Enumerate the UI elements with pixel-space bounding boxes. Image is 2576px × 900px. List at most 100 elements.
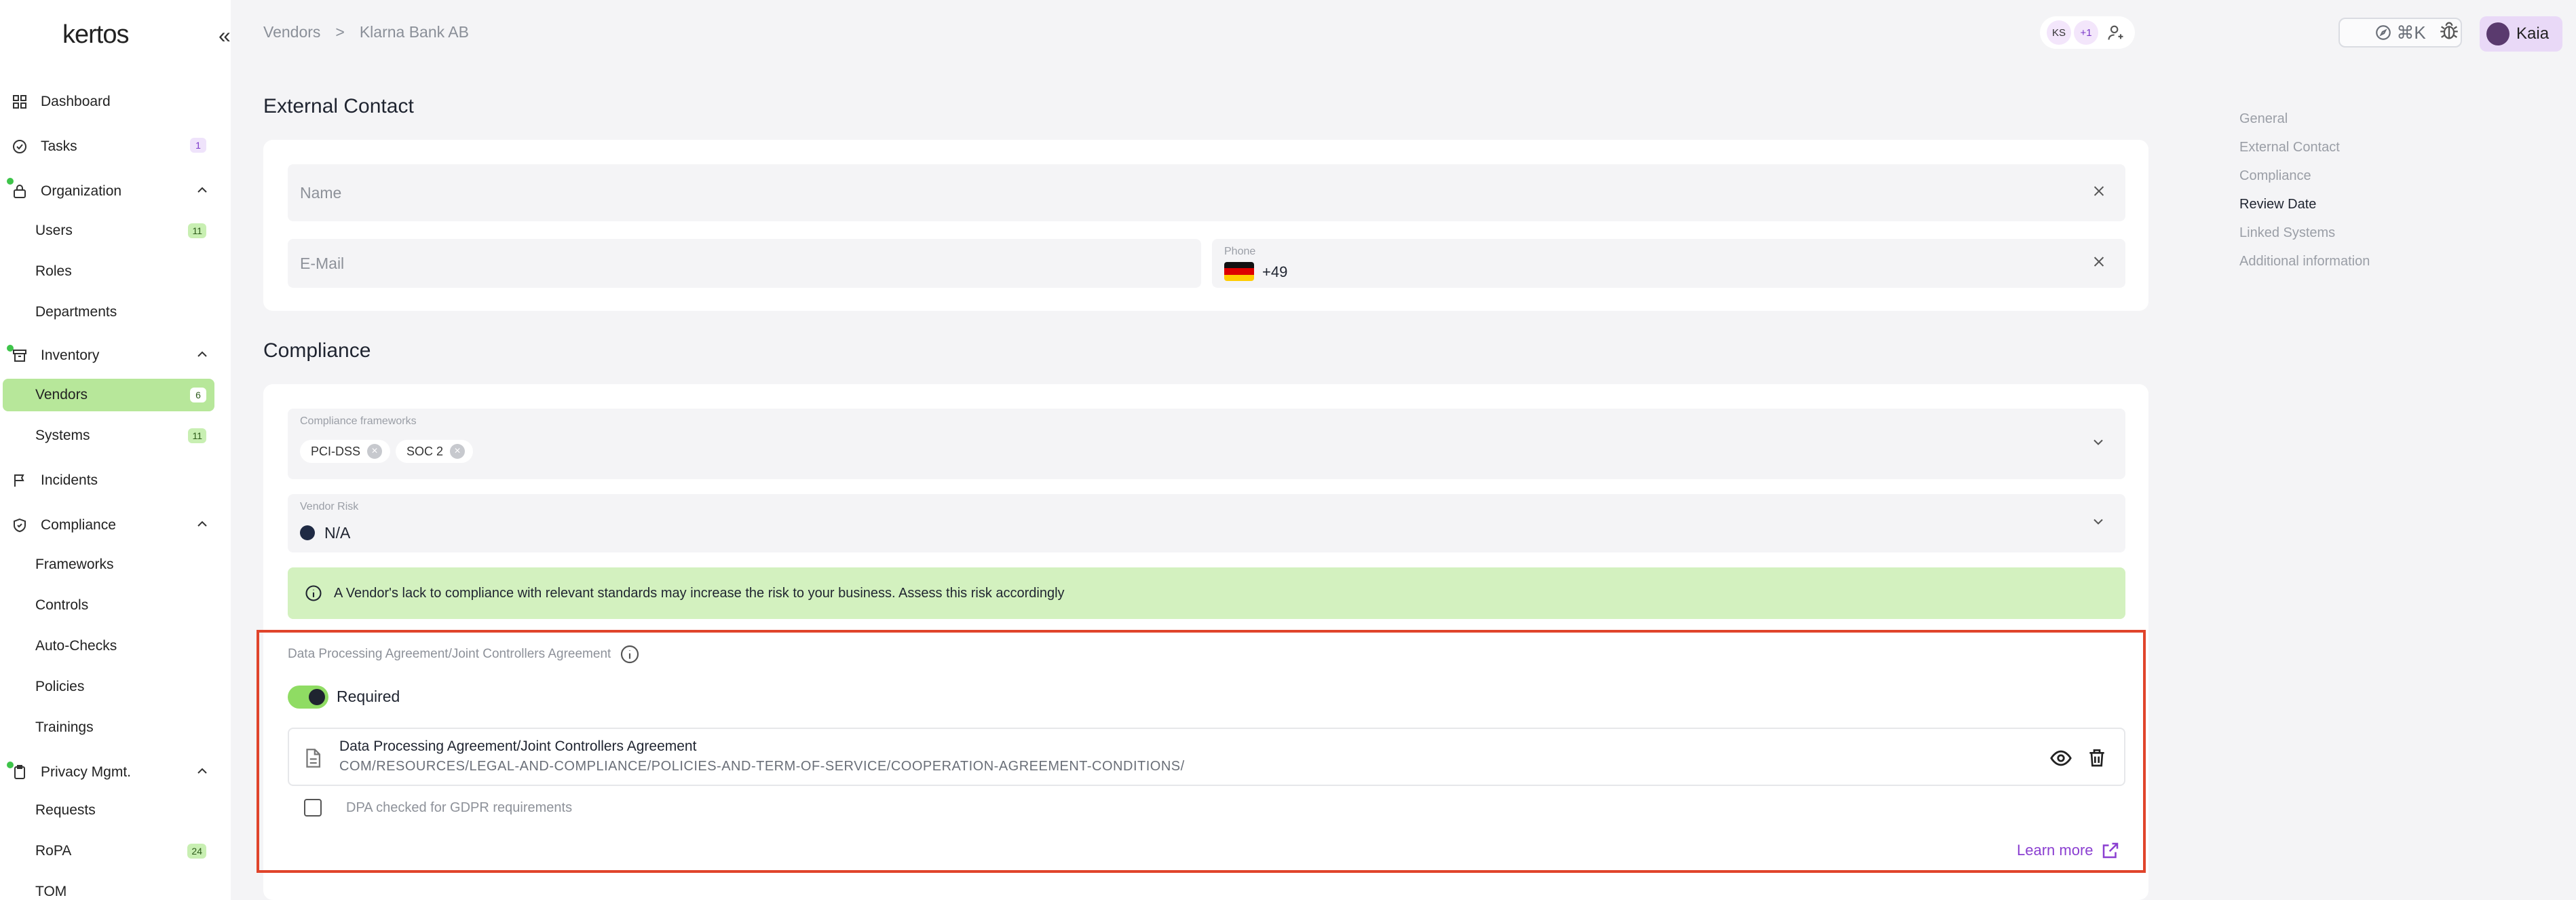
nav-organization[interactable]: Organization bbox=[10, 174, 214, 209]
nav-dashboard[interactable]: Dashboard bbox=[10, 84, 214, 119]
ropa-count-badge: 24 bbox=[187, 844, 206, 859]
document-icon bbox=[301, 747, 324, 770]
archive-icon bbox=[10, 345, 30, 366]
remove-chip-icon[interactable]: × bbox=[450, 444, 466, 459]
chevron-up-icon[interactable] bbox=[194, 763, 210, 783]
clipboard-icon bbox=[10, 762, 30, 783]
sidebar-item-label: RoPA bbox=[35, 843, 72, 859]
sidebar-item-label: Users bbox=[35, 223, 73, 238]
trash-icon[interactable] bbox=[2086, 747, 2108, 768]
breadcrumb: Vendors > Klarna Bank AB bbox=[263, 23, 469, 41]
eye-icon[interactable] bbox=[2049, 747, 2072, 770]
framework-chip: PCI-DSS × bbox=[300, 440, 391, 463]
framework-chip: SOC 2 × bbox=[396, 440, 474, 463]
sidebar: kertos « Dashboard Tasks 1 Organization … bbox=[0, 0, 231, 900]
learn-more-link[interactable]: Learn more bbox=[2017, 840, 2121, 861]
nav-compliance[interactable]: Compliance bbox=[10, 508, 214, 543]
sidebar-item-tom[interactable]: TOM bbox=[3, 876, 214, 900]
nav-incidents[interactable]: Incidents bbox=[10, 463, 214, 498]
name-placeholder: Name bbox=[300, 184, 342, 202]
avatar: KS bbox=[2047, 20, 2071, 45]
nav-organization-label: Organization bbox=[41, 183, 122, 199]
sidebar-item-departments[interactable]: Departments bbox=[3, 296, 214, 329]
remove-chip-icon[interactable]: × bbox=[367, 444, 383, 459]
sidebar-item-controls[interactable]: Controls bbox=[3, 589, 214, 622]
collaborators[interactable]: KS +1 bbox=[2040, 16, 2135, 49]
breadcrumb-separator: > bbox=[335, 23, 345, 41]
user-menu[interactable]: Kaia bbox=[2480, 16, 2562, 52]
nav-inventory[interactable]: Inventory bbox=[10, 338, 214, 373]
vendor-risk-select[interactable]: Vendor Risk N/A bbox=[288, 494, 2125, 552]
required-toggle[interactable] bbox=[288, 686, 328, 709]
compliance-title: Compliance bbox=[263, 339, 371, 362]
nav-privacy[interactable]: Privacy Mgmt. bbox=[10, 755, 214, 790]
more-avatars-badge: +1 bbox=[2074, 20, 2098, 45]
toc-item-compliance[interactable]: Compliance bbox=[2239, 168, 2370, 197]
file-title: Data Processing Agreement/Joint Controll… bbox=[339, 738, 697, 754]
frameworks-label: Compliance frameworks bbox=[300, 415, 417, 427]
required-label: Required bbox=[337, 688, 400, 705]
sidebar-item-label: Auto-Checks bbox=[35, 638, 117, 654]
sidebar-item-label: Requests bbox=[35, 802, 96, 818]
sidebar-item-users[interactable]: Users 11 bbox=[3, 214, 214, 247]
nav-incidents-label: Incidents bbox=[41, 472, 98, 488]
toc-item-linked-systems[interactable]: Linked Systems bbox=[2239, 225, 2370, 254]
sidebar-item-label: Systems bbox=[35, 428, 90, 443]
external-link-icon bbox=[2100, 840, 2121, 861]
phone-field[interactable]: Phone +49 bbox=[1212, 239, 2125, 288]
toc-item-additional-information[interactable]: Additional information bbox=[2239, 254, 2370, 282]
sidebar-item-trainings[interactable]: Trainings bbox=[3, 711, 214, 744]
nav-tasks[interactable]: Tasks 1 bbox=[10, 129, 214, 164]
collapse-sidebar-icon[interactable]: « bbox=[219, 23, 231, 48]
dpa-file-item[interactable]: Data Processing Agreement/Joint Controll… bbox=[288, 728, 2125, 786]
toc-item-external-contact[interactable]: External Contact bbox=[2239, 140, 2370, 168]
nav-tasks-label: Tasks bbox=[41, 138, 77, 154]
sidebar-item-label: TOM bbox=[35, 884, 67, 899]
sidebar-item-roles[interactable]: Roles bbox=[3, 255, 214, 288]
dpa-label-text: Data Processing Agreement/Joint Controll… bbox=[288, 647, 611, 661]
sidebar-item-systems[interactable]: Systems 11 bbox=[3, 419, 214, 452]
close-icon[interactable] bbox=[2091, 184, 2106, 202]
chevron-down-icon[interactable] bbox=[2090, 514, 2106, 533]
toc-item-review-date[interactable]: Review Date bbox=[2239, 197, 2370, 225]
chevron-up-icon[interactable] bbox=[194, 516, 210, 536]
shield-icon bbox=[10, 515, 30, 536]
external-contact-card: Name E-Mail Phone +49 bbox=[263, 140, 2148, 311]
file-path: COM/RESOURCES/LEGAL-AND-COMPLIANCE/POLIC… bbox=[339, 759, 1185, 774]
nav-inventory-label: Inventory bbox=[41, 348, 100, 363]
app-logo[interactable]: kertos bbox=[62, 20, 129, 50]
info-text: A Vendor's lack to compliance with relev… bbox=[334, 585, 1065, 601]
compliance-info-banner: A Vendor's lack to compliance with relev… bbox=[288, 567, 2125, 619]
sidebar-item-policies[interactable]: Policies bbox=[3, 671, 214, 703]
germany-flag-icon[interactable] bbox=[1224, 262, 1254, 281]
flag-icon bbox=[10, 470, 30, 491]
breadcrumb-vendors-link[interactable]: Vendors bbox=[263, 23, 320, 41]
phone-label: Phone bbox=[1224, 246, 1256, 257]
name-field[interactable]: Name bbox=[288, 164, 2125, 221]
compass-icon bbox=[2374, 24, 2392, 41]
nav-compliance-label: Compliance bbox=[41, 517, 116, 533]
dpa-gdpr-label: DPA checked for GDPR requirements bbox=[346, 800, 573, 815]
dpa-gdpr-checkbox[interactable] bbox=[304, 799, 322, 817]
sidebar-item-vendors[interactable]: Vendors 6 bbox=[3, 379, 214, 411]
compliance-frameworks-select[interactable]: Compliance frameworks PCI-DSS × SOC 2 × bbox=[288, 409, 2125, 479]
add-user-icon[interactable] bbox=[2106, 23, 2125, 42]
toc-item-general[interactable]: General bbox=[2239, 111, 2370, 140]
learn-more-label: Learn more bbox=[2017, 842, 2094, 859]
sidebar-item-ropa[interactable]: RoPA 24 bbox=[3, 835, 214, 867]
bug-report-icon[interactable] bbox=[2438, 19, 2461, 45]
info-icon bbox=[304, 584, 323, 603]
sidebar-item-requests[interactable]: Requests bbox=[3, 794, 214, 827]
systems-count-badge: 11 bbox=[188, 428, 206, 443]
framework-chips: PCI-DSS × SOC 2 × bbox=[300, 440, 478, 463]
email-field[interactable]: E-Mail bbox=[288, 239, 1201, 288]
sidebar-item-label: Trainings bbox=[35, 719, 94, 735]
chevron-up-icon[interactable] bbox=[194, 346, 210, 367]
chevron-up-icon[interactable] bbox=[194, 182, 210, 202]
info-icon[interactable] bbox=[619, 643, 641, 665]
sidebar-item-auto-checks[interactable]: Auto-Checks bbox=[3, 630, 214, 662]
sidebar-item-frameworks[interactable]: Frameworks bbox=[3, 548, 214, 581]
sidebar-item-label: Departments bbox=[35, 304, 117, 320]
chevron-down-icon[interactable] bbox=[2090, 434, 2106, 454]
close-icon[interactable] bbox=[2091, 255, 2106, 273]
